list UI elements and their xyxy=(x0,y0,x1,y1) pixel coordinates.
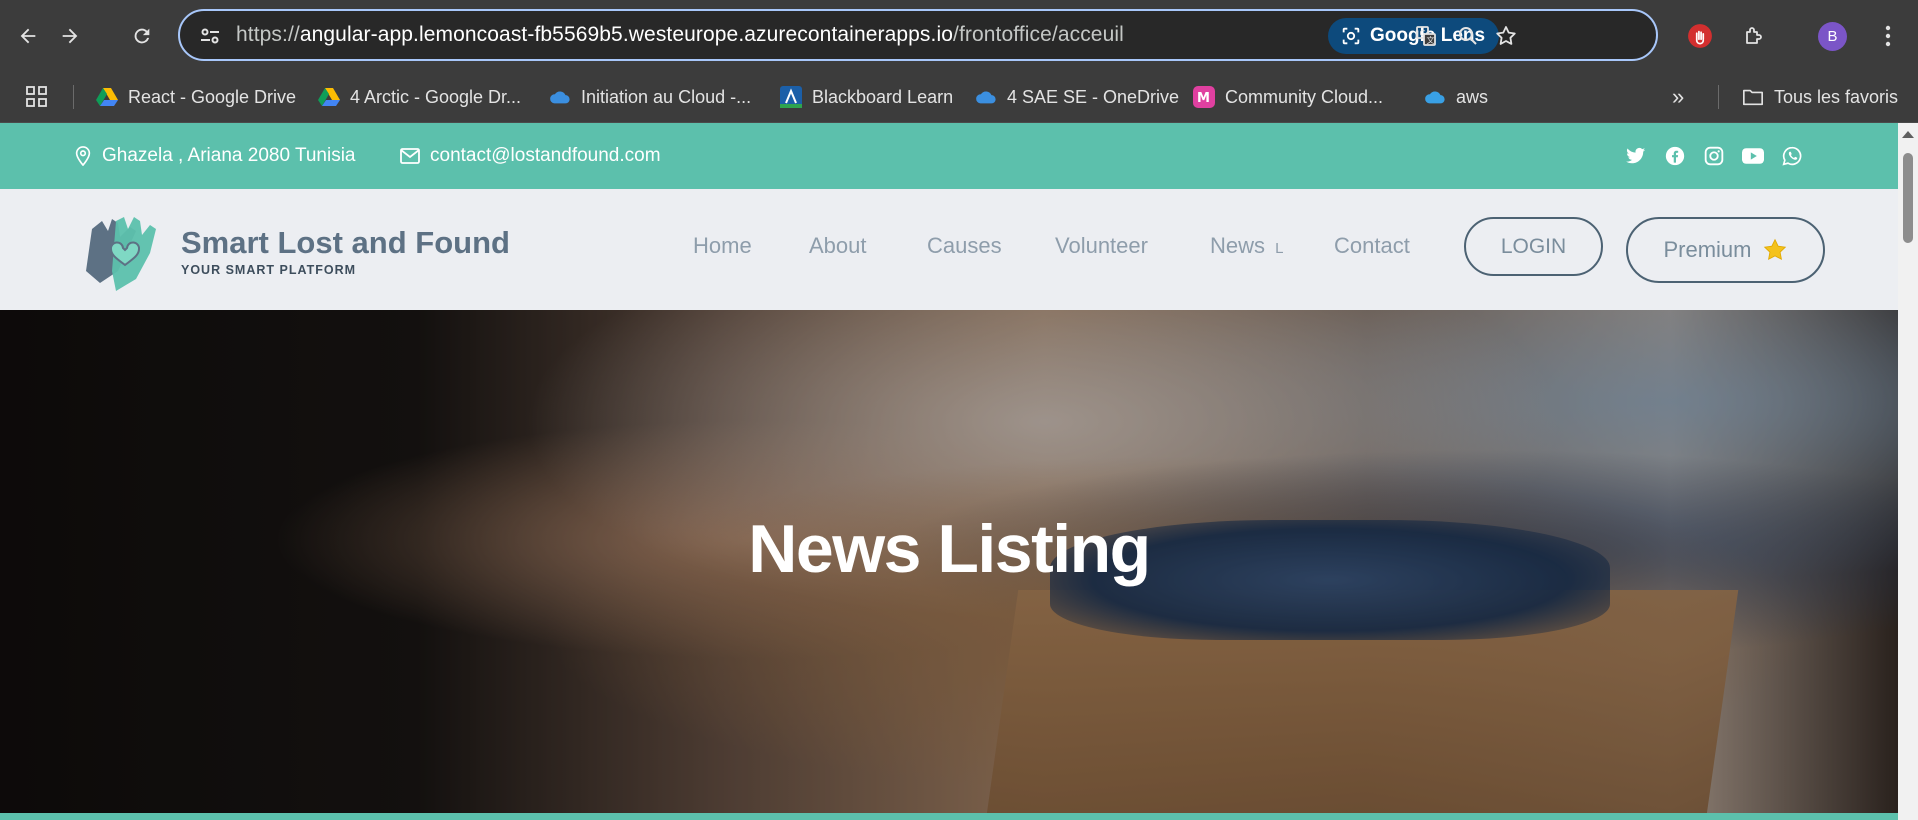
scroll-up-arrow-icon[interactable] xyxy=(1902,131,1914,138)
address-text: Ghazela , Ariana 2080 Tunisia xyxy=(102,145,356,166)
url-prefix: https:// xyxy=(236,23,300,46)
blackboard-icon xyxy=(780,86,802,108)
salesforce-cloud-icon xyxy=(1424,86,1446,108)
lens-icon xyxy=(1342,27,1360,45)
bookmark-item[interactable]: M Community Cloud... xyxy=(1193,83,1383,111)
puzzle-icon[interactable] xyxy=(1736,18,1772,54)
hero-accent-strip xyxy=(0,813,1898,820)
hands-heart-logo-icon[interactable] xyxy=(82,209,168,295)
nav-news-label: News xyxy=(1210,233,1266,258)
brand-name[interactable]: Smart Lost and Found xyxy=(181,225,510,261)
bookmark-label: Community Cloud... xyxy=(1225,86,1384,107)
bookmark-label: aws xyxy=(1456,86,1489,107)
arrow-right-icon xyxy=(62,28,78,44)
bookmark-item[interactable]: 4 Arctic - Google Dr... xyxy=(318,83,521,111)
premium-label: Premium xyxy=(1663,237,1752,262)
bookmarks-overflow-button[interactable]: » xyxy=(1672,83,1684,111)
back-button[interactable] xyxy=(10,18,46,54)
login-button[interactable]: LOGIN xyxy=(1464,217,1603,276)
facebook-icon[interactable] xyxy=(1663,144,1687,168)
hand-stop-icon[interactable] xyxy=(1682,18,1718,54)
bookmarks-divider xyxy=(73,85,74,109)
login-label: LOGIN xyxy=(1500,234,1567,258)
zoom-icon[interactable] xyxy=(1454,22,1482,50)
tune-icon[interactable] xyxy=(198,24,222,48)
url-host: angular-app.lemoncoast-fb5569b5.westeuro… xyxy=(299,23,954,46)
email-info[interactable]: contact@lostandfound.com xyxy=(400,145,661,167)
m-app-icon: M xyxy=(1193,86,1215,108)
bookmark-item[interactable]: Initiation au Cloud -... xyxy=(549,83,751,111)
url-path: /frontoffice/acceuil xyxy=(953,23,1124,46)
email-text: contact@lostandfound.com xyxy=(430,145,661,166)
svg-text:文: 文 xyxy=(1427,35,1435,45)
scrollbar-thumb[interactable] xyxy=(1903,153,1913,243)
nav-contact[interactable]: Contact xyxy=(1334,233,1410,259)
bookmarks-bar: React - Google Drive 4 Arctic - Google D… xyxy=(0,71,1918,123)
whatsapp-icon[interactable] xyxy=(1780,144,1804,168)
youtube-icon[interactable] xyxy=(1741,144,1765,168)
bookmarks-divider xyxy=(1718,85,1719,109)
translate-icon[interactable]: G文 xyxy=(1412,22,1440,50)
bookmark-label: 4 SAE SE - OneDrive xyxy=(1007,86,1180,107)
hero-banner: News Listing xyxy=(0,310,1898,820)
all-bookmarks-label: Tous les favoris xyxy=(1774,86,1899,107)
premium-button[interactable]: Premium xyxy=(1626,217,1825,283)
avatar[interactable]: B xyxy=(1818,22,1847,51)
star-icon xyxy=(1763,238,1786,261)
bookmark-item[interactable]: aws xyxy=(1424,83,1488,111)
google-drive-icon xyxy=(318,86,340,108)
bookmark-item[interactable]: React - Google Drive xyxy=(96,83,296,111)
nav-home[interactable]: Home xyxy=(693,233,752,259)
brand-tagline: YOUR SMART PLATFORM xyxy=(181,263,357,277)
nav-volunteer[interactable]: Volunteer xyxy=(1055,233,1148,259)
mail-icon xyxy=(400,148,420,164)
bookmark-label: React - Google Drive xyxy=(128,86,297,107)
onedrive-icon xyxy=(549,86,571,108)
twitter-icon[interactable] xyxy=(1624,144,1648,168)
browser-toolbar: https://angular-app.lemoncoast-fb5569b5.… xyxy=(0,0,1918,71)
star-icon[interactable] xyxy=(1492,22,1520,50)
kebab-menu-icon[interactable] xyxy=(1870,18,1906,54)
onedrive-icon xyxy=(975,86,997,108)
forward-button[interactable] xyxy=(52,18,88,54)
svg-text:M: M xyxy=(1197,91,1210,106)
arrow-left-icon xyxy=(20,28,36,44)
address-info: Ghazela , Ariana 2080 Tunisia xyxy=(74,145,356,167)
bookmark-item[interactable]: 4 SAE SE - OneDrive xyxy=(975,83,1179,111)
location-pin-icon xyxy=(75,146,91,166)
bookmark-item[interactable]: Blackboard Learn xyxy=(780,83,953,111)
instagram-icon[interactable] xyxy=(1702,144,1726,168)
nav-news-suffix: L xyxy=(1275,240,1284,257)
address-bar[interactable]: https://angular-app.lemoncoast-fb5569b5.… xyxy=(178,9,1658,61)
nav-news[interactable]: News L xyxy=(1210,233,1283,259)
apps-grid-icon[interactable] xyxy=(26,83,48,111)
folder-icon xyxy=(1742,86,1764,108)
url-text[interactable]: https://angular-app.lemoncoast-fb5569b5.… xyxy=(236,23,1124,47)
web-page: Ghazela , Ariana 2080 Tunisia contact@lo… xyxy=(0,123,1898,820)
reload-button[interactable] xyxy=(124,18,160,54)
page-title: News Listing xyxy=(748,511,1151,587)
bookmark-label: 4 Arctic - Google Dr... xyxy=(350,86,522,107)
nav-causes[interactable]: Causes xyxy=(927,233,1002,259)
nav-about[interactable]: About xyxy=(809,233,867,259)
reload-icon xyxy=(134,28,150,44)
bookmark-label: Initiation au Cloud -... xyxy=(581,86,752,107)
google-drive-icon xyxy=(96,86,118,108)
page-scrollbar[interactable] xyxy=(1898,123,1918,820)
contact-topbar: Ghazela , Ariana 2080 Tunisia contact@lo… xyxy=(0,123,1898,189)
all-bookmarks-folder[interactable]: Tous les favoris xyxy=(1742,83,1898,111)
bookmark-label: Blackboard Learn xyxy=(812,86,954,107)
site-header: Smart Lost and Found YOUR SMART PLATFORM… xyxy=(0,189,1898,310)
